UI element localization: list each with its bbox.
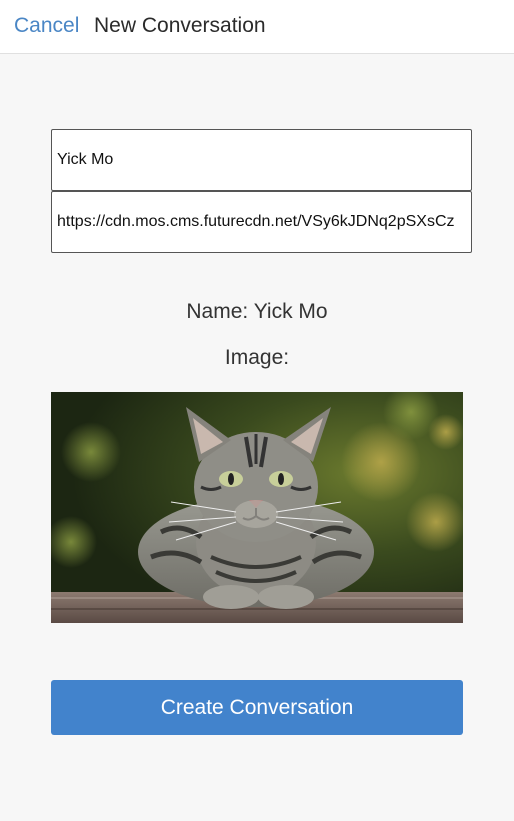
name-preview-text: Name: Yick Mo <box>186 300 328 323</box>
page-title: New Conversation <box>94 14 266 37</box>
header-bar: Cancel New Conversation <box>0 0 514 54</box>
image-preview-label: Image: <box>224 346 290 369</box>
name-input[interactable] <box>51 129 472 191</box>
image-url-input[interactable] <box>51 191 472 253</box>
cat-photo <box>51 392 463 623</box>
cat-image-preview <box>51 392 463 623</box>
cancel-button[interactable]: Cancel <box>14 14 79 38</box>
create-conversation-button[interactable]: Create Conversation <box>51 680 463 735</box>
